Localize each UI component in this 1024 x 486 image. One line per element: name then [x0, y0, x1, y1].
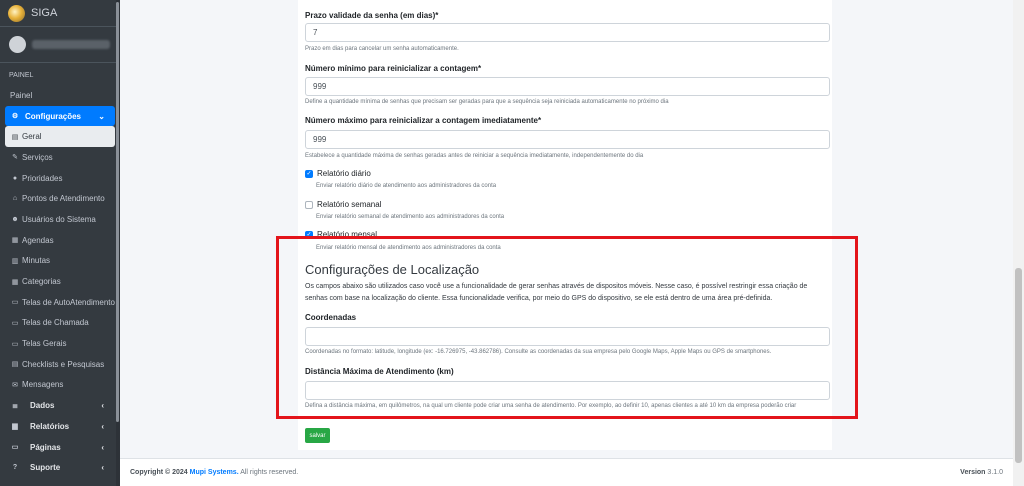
sidebar-item-label: Relatórios: [30, 421, 70, 431]
diario-label: Relatório diário: [317, 169, 371, 178]
sidebar-item-label: Prioridades: [22, 173, 63, 183]
semanal-label: Relatório semanal: [317, 200, 382, 209]
sidebar-item-label: Configurações: [25, 111, 82, 121]
max-label: Número máximo para reinicializar a conta…: [305, 116, 542, 125]
sidebar-item-dados[interactable]: ≣ Dados ‹: [0, 395, 120, 416]
sidebar-item-mensagens[interactable]: ✉ Mensagens: [0, 375, 120, 396]
diario-help: Enviar relatório diário de atendimento a…: [316, 183, 497, 189]
chart-icon: ▆: [12, 423, 18, 431]
sidebar-item-checklists[interactable]: ▤ Checklists e Pesquisas: [0, 354, 120, 375]
semanal-help: Enviar relatório semanal de atendimento …: [316, 214, 505, 220]
footer-version: Version 3.1.0: [960, 469, 1003, 476]
sidebar-item-paginas[interactable]: ▭ Páginas ‹: [0, 437, 120, 458]
question-icon: ?: [12, 464, 18, 472]
avatar: [9, 36, 26, 53]
sidebar-item-pontos[interactable]: ⌂ Pontos de Atendimento: [0, 188, 120, 209]
version-number: 3.1.0: [987, 469, 1003, 476]
sidebar: SIGA PAINEL Painel ⚙ Configurações ⌄ ▤ G…: [0, 0, 120, 486]
info-circle-icon: ●: [12, 174, 18, 182]
chevron-down-icon: ⌄: [98, 111, 105, 121]
desktop-icon: ▭: [11, 319, 19, 327]
user-panel[interactable]: [0, 27, 120, 63]
prazo-help: Prazo em dias para cancelar um senha aut…: [305, 46, 459, 52]
sidebar-item-configuracoes[interactable]: ⚙ Configurações ⌄: [5, 105, 115, 127]
diario-checkbox[interactable]: ✓: [305, 169, 313, 178]
chevron-left-icon: ‹: [101, 442, 104, 452]
sidebar-item-label: Mensagens: [22, 380, 64, 390]
footer: Copyright © 2024 Mupi Systems. All right…: [120, 458, 1013, 486]
brand[interactable]: SIGA: [0, 0, 120, 27]
sidebar-item-label: Telas de Chamada: [22, 318, 89, 328]
home-icon: ⌂: [12, 195, 18, 203]
wrench-icon: ✎: [12, 154, 18, 162]
sidebar-item-label: Minutas: [22, 256, 51, 266]
prazo-input[interactable]: [305, 23, 830, 42]
sidebar-item-label: Telas de AutoAtendimento: [22, 297, 115, 307]
file-icon: ▥: [11, 257, 19, 265]
sidebar-item-label: Geral: [22, 132, 42, 142]
copyright-text: Copyright © 2024: [130, 469, 188, 476]
desktop-icon: ▭: [11, 340, 19, 348]
envelope-icon: ✉: [12, 381, 18, 389]
sidebar-item-label: Dados: [30, 401, 55, 411]
highlight-box: [276, 236, 858, 419]
rights-text: All rights reserved.: [240, 469, 299, 476]
sidebar-item-label: Checklists e Pesquisas: [22, 359, 105, 369]
sidebar-item-relatorios[interactable]: ▆ Relatórios ‹: [0, 416, 120, 437]
sidebar-item-label: Painel: [10, 90, 33, 100]
sidebar-item-prioridades[interactable]: ● Prioridades: [0, 168, 120, 189]
sidebar-item-categorias[interactable]: ▦ Categorias: [0, 271, 120, 292]
desktop-icon: ▭: [11, 444, 19, 452]
semanal-checkbox-row[interactable]: Relatório semanal: [305, 200, 381, 209]
sidebar-item-label: Usuários do Sistema: [22, 214, 96, 224]
page-scrollbar-thumb[interactable]: [1015, 268, 1022, 463]
nav-header: PAINEL: [9, 72, 34, 79]
cogs-icon: ⚙: [11, 113, 19, 121]
sidebar-item-label: Pontos de Atendimento: [22, 194, 105, 204]
sidebar-item-usuarios[interactable]: ☻ Usuários do Sistema: [0, 209, 120, 230]
sidebar-item-label: Agendas: [22, 235, 54, 245]
sidebar-item-minutas[interactable]: ▥ Minutas: [0, 251, 120, 272]
sidebar-item-label: Páginas: [30, 442, 61, 452]
sidebar-item-label: Telas Gerais: [22, 339, 67, 349]
sidebar-item-telas-autoatendimento[interactable]: ▭ Telas de AutoAtendimento: [0, 292, 120, 313]
min-input[interactable]: [305, 77, 830, 96]
version-label: Version: [960, 469, 986, 476]
sidebar-item-suporte[interactable]: ? Suporte ‹: [0, 457, 120, 478]
calendar-icon: ▦: [11, 237, 19, 245]
users-icon: ☻: [11, 215, 19, 223]
sidebar-scrollbar-thumb[interactable]: [116, 2, 119, 422]
logo-icon: [8, 4, 25, 22]
app-name: SIGA: [31, 7, 58, 19]
user-name-blurred: [32, 40, 110, 49]
chevron-left-icon: ‹: [101, 421, 104, 431]
company-link[interactable]: Mupi Systems.: [190, 469, 239, 476]
min-label: Número mínimo para reinicializar a conta…: [305, 64, 482, 73]
print-icon: ▤: [11, 133, 19, 141]
max-input[interactable]: [305, 130, 830, 149]
sidebar-item-telas-gerais[interactable]: ▭ Telas Gerais: [0, 333, 120, 354]
checklist-icon: ▤: [11, 361, 19, 369]
desktop-icon: ▭: [11, 299, 19, 307]
sidebar-item-label: Serviços: [22, 152, 53, 162]
sidebar-item-servicos[interactable]: ✎ Serviços: [0, 147, 120, 168]
sidebar-item-label: Categorias: [22, 277, 61, 287]
diario-checkbox-row[interactable]: ✓ Relatório diário: [305, 169, 371, 178]
list-icon: ▦: [11, 278, 19, 286]
footer-copyright: Copyright © 2024 Mupi Systems. All right…: [130, 469, 298, 476]
sidebar-item-geral[interactable]: ▤ Geral: [5, 126, 115, 148]
prazo-label: Prazo validade da senha (em dias)*: [305, 11, 439, 20]
database-icon: ≣: [12, 402, 18, 410]
sidebar-item-label: Suporte: [30, 463, 61, 473]
sidebar-item-painel[interactable]: Painel: [0, 85, 120, 106]
chevron-left-icon: ‹: [101, 401, 104, 411]
max-help: Estabelece a quantidade máxima de senhas…: [305, 153, 644, 159]
save-button[interactable]: salvar: [305, 428, 330, 443]
min-help: Define a quantidade mínima de senhas que…: [305, 99, 669, 105]
sidebar-item-telas-chamada[interactable]: ▭ Telas de Chamada: [0, 313, 120, 334]
sidebar-item-agendas[interactable]: ▦ Agendas: [0, 230, 120, 251]
semanal-checkbox[interactable]: [305, 200, 313, 209]
chevron-left-icon: ‹: [101, 463, 104, 473]
